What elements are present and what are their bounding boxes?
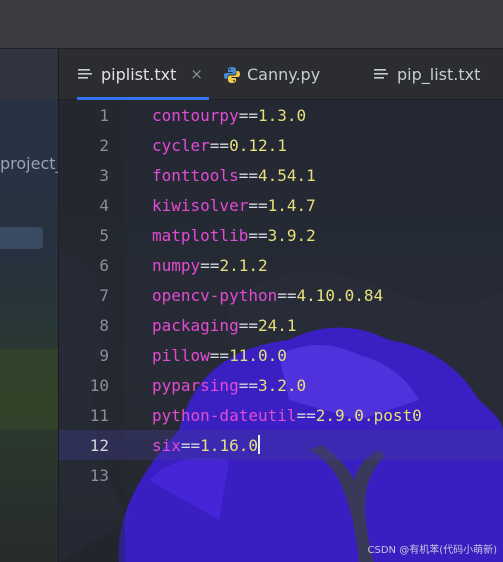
line-number: 11 <box>89 406 109 425</box>
package-version: 1.16.0 <box>200 436 258 455</box>
editor-tab-bar: piplist.txt × Canny.py pip_list.txt <box>59 49 503 100</box>
text-caret <box>257 435 260 454</box>
package-version: 3.9.2 <box>267 226 316 245</box>
version-operator: == <box>277 286 297 305</box>
code-line[interactable]: pyparsing==3.2.0 <box>152 371 306 401</box>
package-version: 2.1.2 <box>219 256 268 275</box>
package-name: contourpy <box>152 106 239 125</box>
title-bar <box>0 0 503 49</box>
package-name: numpy <box>152 256 201 275</box>
package-version: 4.10.0.84 <box>296 286 384 305</box>
package-name: packaging <box>152 316 239 335</box>
package-version: 4.54.1 <box>257 166 316 185</box>
code-line[interactable]: pillow==11.0.0 <box>152 341 287 371</box>
line-number: 8 <box>99 316 109 335</box>
package-version: 1.3.0 <box>257 106 307 125</box>
text-file-icon <box>373 66 389 82</box>
project-tree-item-label[interactable]: project_ <box>0 154 58 173</box>
line-number: 13 <box>89 466 109 485</box>
project-tool-window: project_ <box>0 49 59 562</box>
code-line[interactable]: numpy==2.1.2 <box>152 251 268 281</box>
package-name: pyparsing <box>152 376 239 395</box>
code-line[interactable]: python-dateutil==2.9.0.post0 <box>152 401 422 431</box>
version-operator: == <box>238 166 258 185</box>
tab-label: piplist.txt <box>101 64 177 84</box>
line-number: 6 <box>99 256 109 275</box>
line-number: 7 <box>99 286 109 305</box>
version-operator: == <box>296 406 316 425</box>
project-tree-selection[interactable] <box>0 227 43 249</box>
package-name: six <box>152 436 181 455</box>
version-operator: == <box>248 196 268 215</box>
line-number-current: 12 <box>89 436 109 455</box>
tab-canny-py[interactable]: Canny.py <box>223 49 333 99</box>
line-number: 3 <box>99 166 109 185</box>
package-name: kiwisolver <box>152 196 249 215</box>
package-name: opencv-python <box>152 286 278 305</box>
package-name: cycler <box>152 136 210 155</box>
line-number: 10 <box>89 376 109 395</box>
text-file-icon <box>77 66 93 82</box>
version-operator: == <box>238 106 258 125</box>
close-icon[interactable]: × <box>190 65 203 83</box>
code-line-current[interactable]: six==1.16.0 <box>152 431 260 461</box>
project-pane-header <box>0 49 58 99</box>
package-version: 0.12.1 <box>229 136 287 155</box>
package-version: 3.2.0 <box>257 376 307 395</box>
line-number: 4 <box>99 196 109 215</box>
line-number: 2 <box>99 136 109 155</box>
line-number-gutter: 1 2 3 4 5 6 7 8 9 10 11 12 13 <box>59 100 125 562</box>
package-name: pillow <box>152 346 210 365</box>
version-operator: == <box>180 436 201 455</box>
tab-label: Canny.py <box>247 64 321 84</box>
package-version: 24.1 <box>257 316 297 335</box>
python-icon <box>223 66 240 83</box>
line-number: 1 <box>99 106 109 125</box>
package-version: 1.4.7 <box>267 196 316 215</box>
package-version: 2.9.0.post0 <box>315 406 422 425</box>
tab-piplist-txt[interactable]: piplist.txt × <box>77 49 209 100</box>
package-name: python-dateutil <box>152 406 297 425</box>
package-name: fonttools <box>152 166 239 185</box>
tab-label: pip_list.txt <box>397 64 481 84</box>
code-line[interactable]: opencv-python==4.10.0.84 <box>152 281 383 311</box>
line-number: 9 <box>99 346 109 365</box>
current-line-highlight <box>59 430 503 460</box>
code-line[interactable]: cycler==0.12.1 <box>152 131 287 161</box>
code-line[interactable]: kiwisolver==1.4.7 <box>152 191 316 221</box>
version-operator: == <box>248 226 268 245</box>
background-scenery <box>0 349 58 429</box>
line-number: 5 <box>99 226 109 245</box>
code-line[interactable]: contourpy==1.3.0 <box>152 101 306 131</box>
code-line[interactable]: matplotlib==3.9.2 <box>152 221 316 251</box>
package-name: matplotlib <box>152 226 249 245</box>
tab-pip-list-txt[interactable]: pip_list.txt <box>373 49 503 99</box>
version-operator: == <box>200 256 220 275</box>
version-operator: == <box>209 136 230 155</box>
code-line[interactable]: packaging==24.1 <box>152 311 297 341</box>
package-version: 11.0.0 <box>229 346 287 365</box>
code-editor[interactable]: 1 2 3 4 5 6 7 8 9 10 11 12 13 contourpy=… <box>59 100 503 562</box>
version-operator: == <box>209 346 230 365</box>
version-operator: == <box>238 376 258 395</box>
watermark: CSDN @有机苯(代码小萌新) <box>367 545 498 556</box>
code-line[interactable]: fonttools==4.54.1 <box>152 161 316 191</box>
version-operator: == <box>238 316 258 335</box>
